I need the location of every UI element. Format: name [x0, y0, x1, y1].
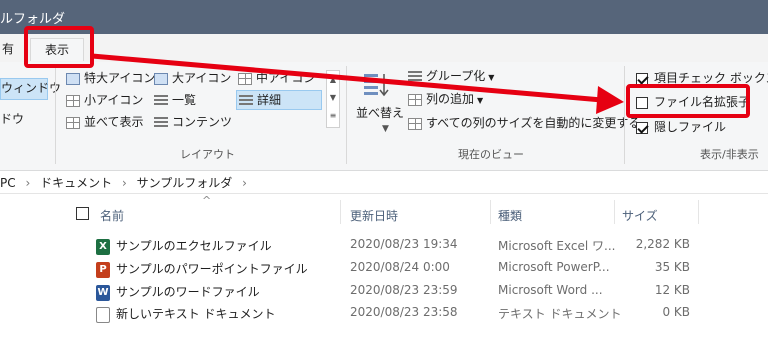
annotation-arrowhead — [596, 86, 624, 114]
annotation-arrow-line — [91, 53, 603, 103]
annotation-arrow — [91, 53, 624, 114]
